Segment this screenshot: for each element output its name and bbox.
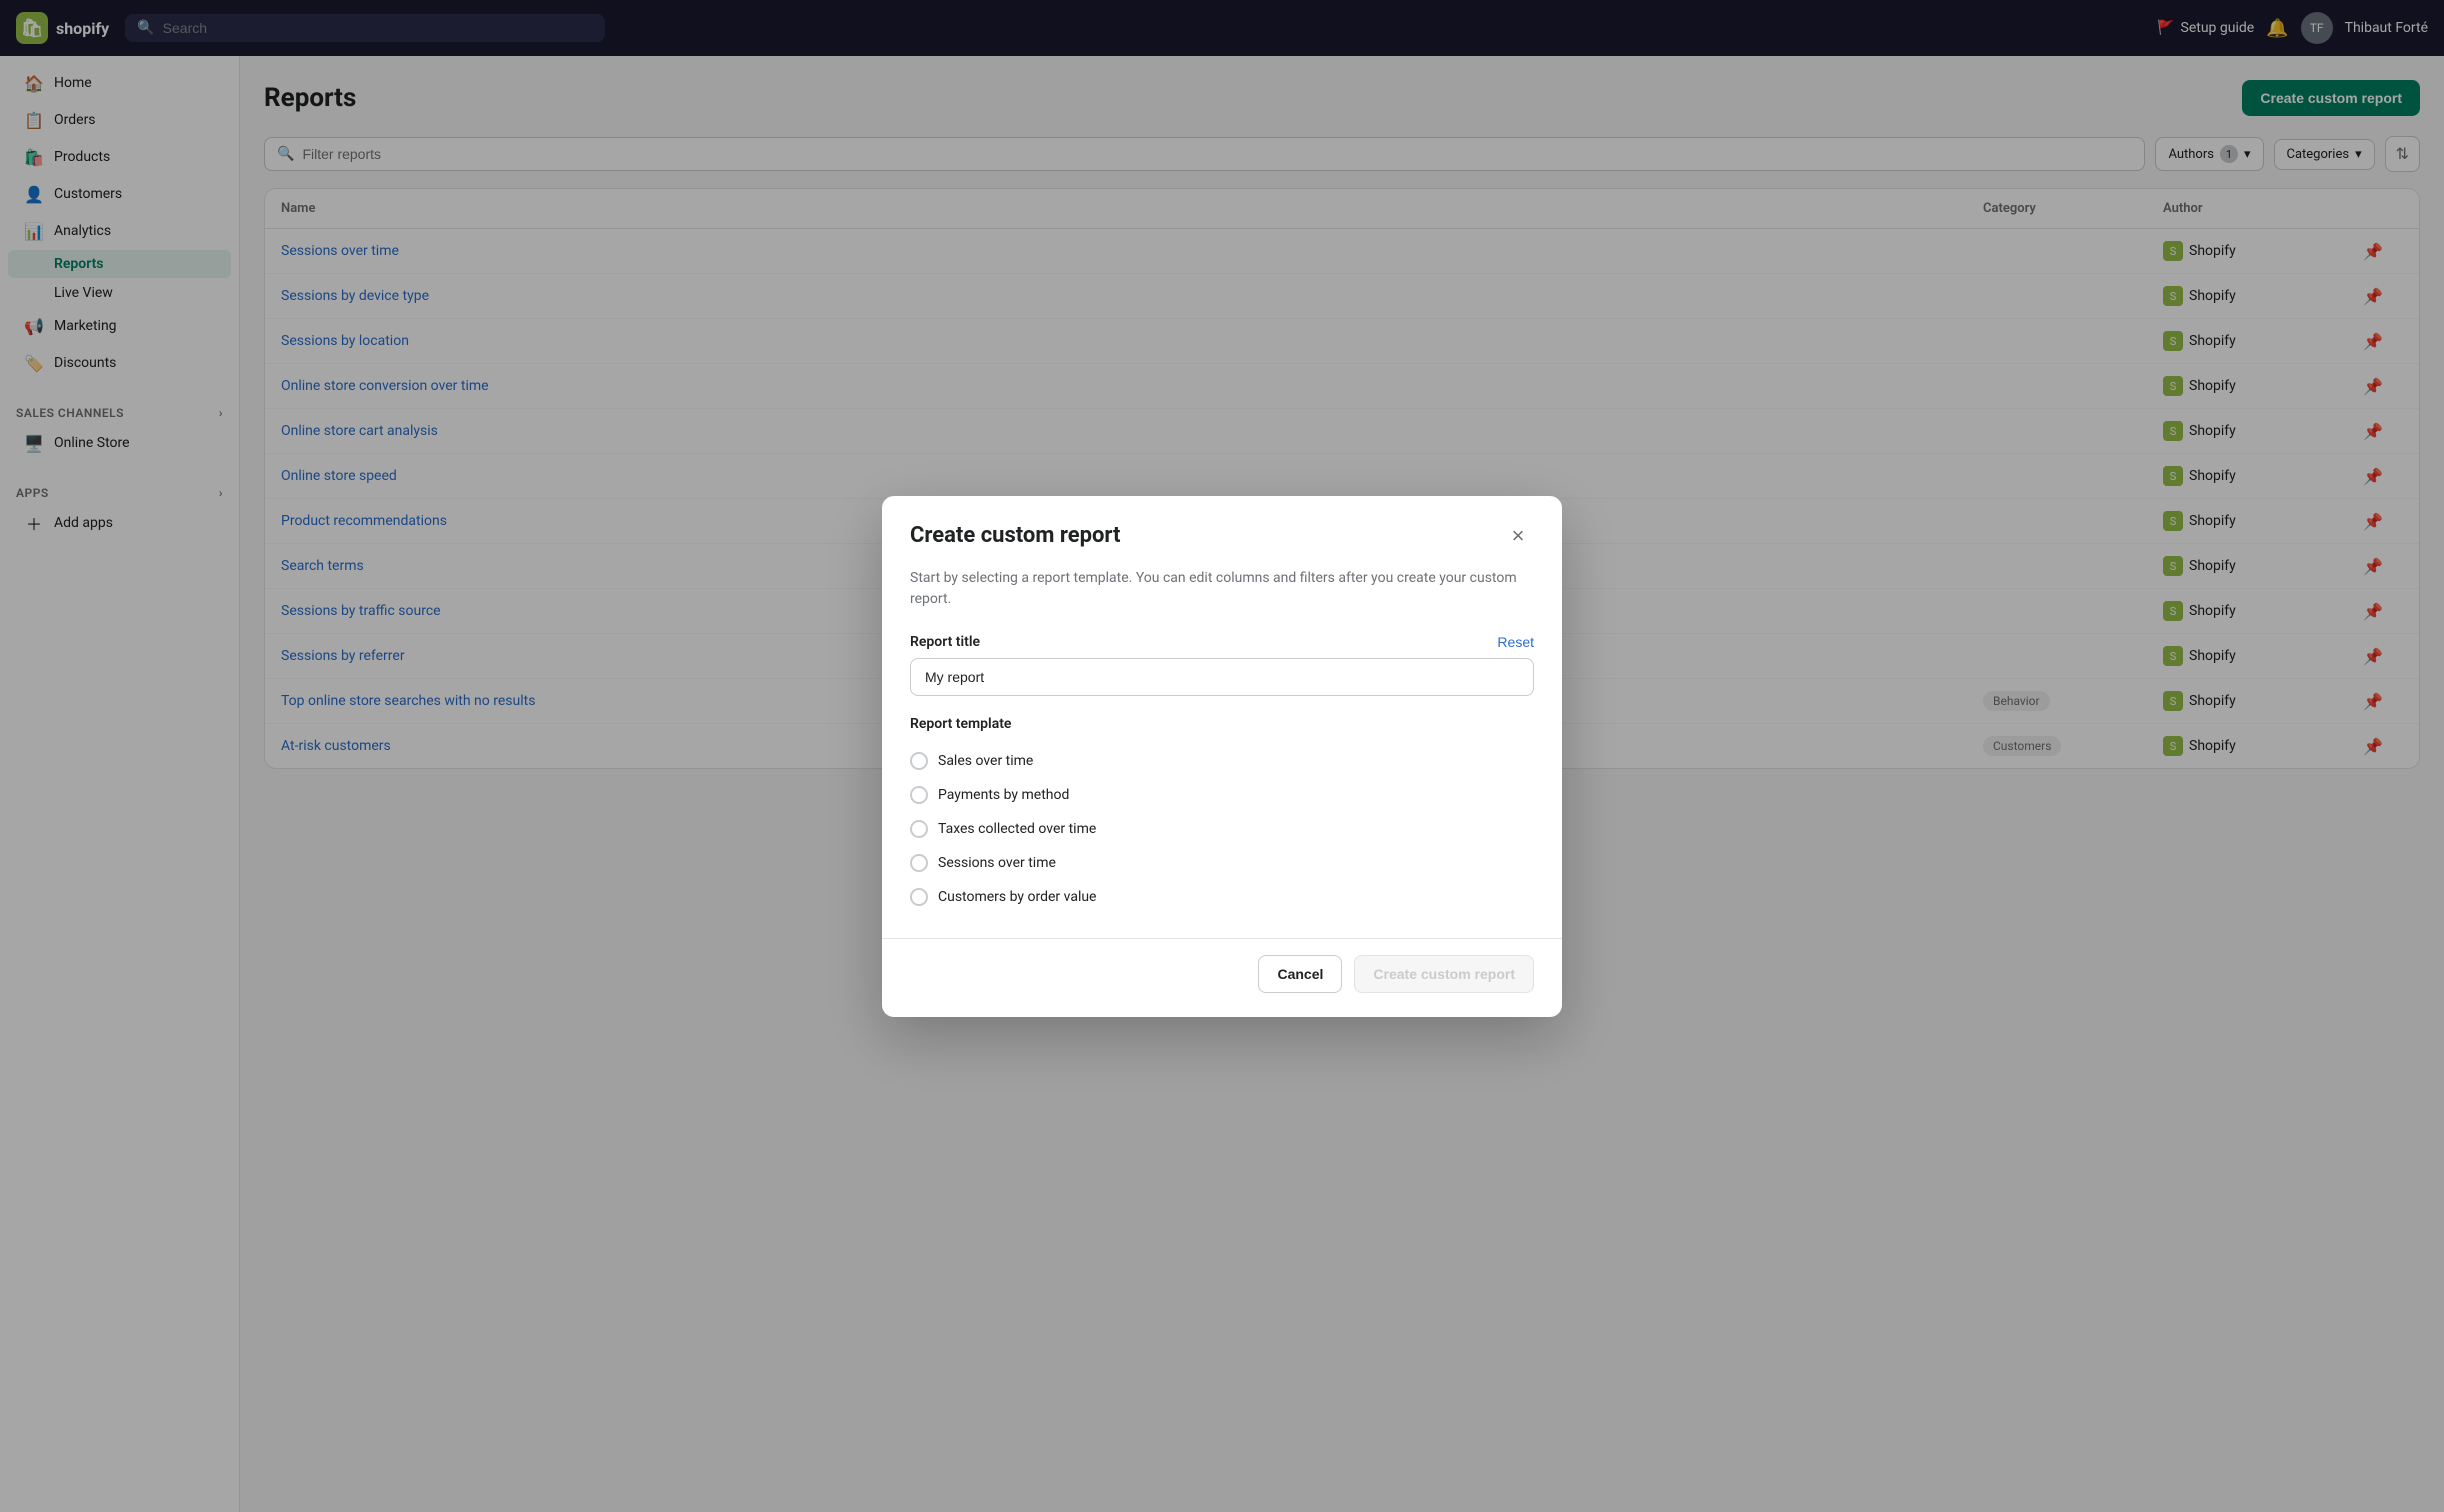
report-title-label: Report title [910,634,980,650]
modal-footer: Cancel Create custom report [882,938,1562,1017]
radio-sales-over-time[interactable]: Sales over time [910,744,1534,778]
modal-close-button[interactable]: × [1502,520,1534,552]
radio-circle [910,752,928,770]
create-report-button: Create custom report [1354,955,1534,993]
create-report-modal: Create custom report × Start by selectin… [882,496,1562,1017]
cancel-button[interactable]: Cancel [1258,955,1342,993]
reset-button[interactable]: Reset [1497,634,1534,650]
radio-customers-by-order-value[interactable]: Customers by order value [910,880,1534,914]
radio-taxes-collected[interactable]: Taxes collected over time [910,812,1534,846]
radio-payments-by-method[interactable]: Payments by method [910,778,1534,812]
modal-description: Start by selecting a report template. Yo… [910,568,1534,610]
report-title-input[interactable] [910,658,1534,696]
radio-sessions-over-time[interactable]: Sessions over time [910,846,1534,880]
modal-body: Start by selecting a report template. Yo… [882,568,1562,938]
radio-label: Taxes collected over time [938,821,1096,837]
radio-label: Sales over time [938,753,1033,769]
modal-title: Create custom report [910,523,1120,548]
radio-label: Sessions over time [938,855,1056,871]
radio-circle [910,888,928,906]
radio-circle [910,854,928,872]
radio-circle [910,786,928,804]
modal-header: Create custom report × [882,496,1562,568]
report-title-row: Report title Reset [910,634,1534,650]
radio-label: Customers by order value [938,889,1096,905]
radio-label: Payments by method [938,787,1069,803]
report-template-label: Report template [910,716,1534,732]
radio-circle [910,820,928,838]
modal-overlay[interactable]: Create custom report × Start by selectin… [0,0,2444,1512]
